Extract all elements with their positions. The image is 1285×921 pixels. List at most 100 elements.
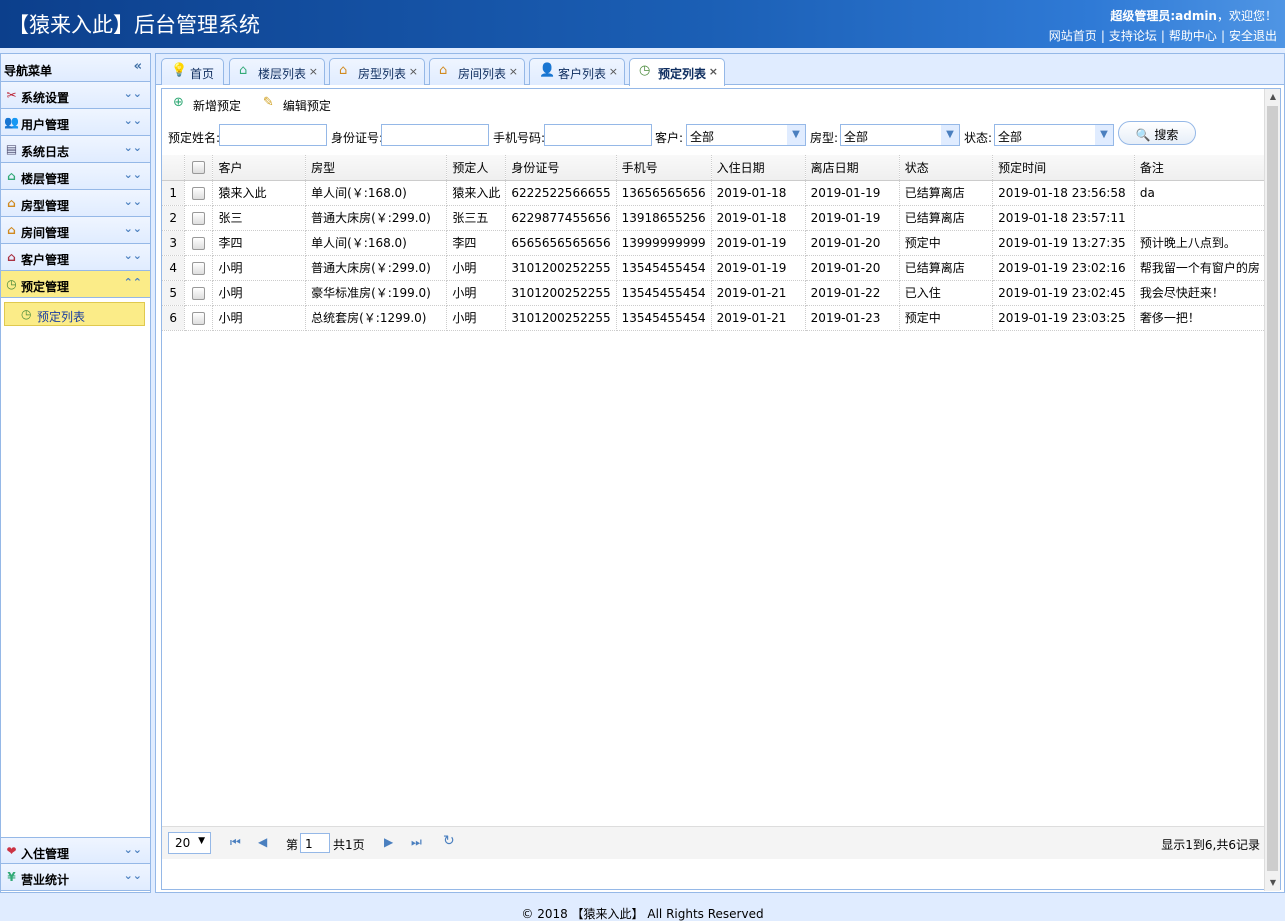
column-header-status[interactable]: 状态 — [899, 155, 994, 181]
sidebar-item-user-management[interactable]: 👥 用户管理 ⌄⌄ — [1, 109, 150, 136]
row-number: 1 — [162, 180, 186, 206]
close-icon[interactable]: × — [509, 65, 518, 78]
scroll-thumb[interactable] — [1267, 106, 1278, 871]
link-logout[interactable]: 安全退出 — [1229, 29, 1277, 43]
phone-filter-input[interactable] — [544, 124, 652, 146]
edit-reservation-button[interactable]: ✎ 编辑预定 — [263, 95, 331, 114]
collapse-sidebar-icon[interactable]: « — [134, 59, 142, 74]
chevron-down-icon[interactable]: ▼ — [941, 125, 959, 145]
cell-reserver: 小明 — [446, 255, 507, 281]
chevron-down-icon[interactable]: ▼ — [1095, 125, 1113, 145]
column-header-roomtype[interactable]: 房型 — [305, 155, 448, 181]
sidebar-item-checkin-management[interactable]: ❤ 入住管理 ⌄⌄ — [1, 837, 150, 864]
sidebar-subitem-reservation-list[interactable]: ◷ 预定列表 — [4, 302, 145, 326]
column-header-idcard[interactable]: 身份证号 — [505, 155, 617, 181]
column-header-checkout-date[interactable]: 离店日期 — [805, 155, 900, 181]
cell-checkout-date: 2019-01-20 — [805, 230, 900, 256]
column-header-customer[interactable]: 客户 — [212, 155, 307, 181]
close-icon[interactable]: × — [409, 65, 418, 78]
next-page-icon[interactable]: ▶ — [384, 835, 393, 849]
checkbox-icon — [192, 261, 206, 275]
sidebar-item-business-stats[interactable]: ¥ 营业统计 ⌄⌄ — [1, 864, 150, 891]
table-row[interactable]: 2 张三 普通大床房(￥:299.0) 张三五 6229877455656 1391865… — [162, 205, 1267, 231]
cell-reserver: 小明 — [446, 280, 507, 306]
sidebar-item-floor-management[interactable]: ⌂ 楼层管理 ⌄⌄ — [1, 163, 150, 190]
column-header-reserve-time[interactable]: 预定时间 — [992, 155, 1135, 181]
column-header-phone[interactable]: 手机号 — [616, 155, 712, 181]
customer-filter-select[interactable]: 全部 ▼ — [686, 124, 806, 146]
cell-status: 已入住 — [899, 280, 994, 306]
status-filter-value: 全部 — [998, 130, 1023, 144]
close-icon[interactable]: × — [709, 65, 718, 78]
cell-reserve-time: 2019-01-18 23:56:58 — [992, 180, 1135, 206]
chevron-down-icon: ▼ — [198, 836, 205, 846]
search-label: 搜索 — [1154, 128, 1179, 142]
tab-home[interactable]: 💡 首页 — [161, 58, 224, 85]
table-row[interactable]: 5 小明 豪华标准房(￥:199.0) 小明 3101200252255 13545455… — [162, 280, 1267, 306]
column-header-reserver[interactable]: 预定人 — [446, 155, 507, 181]
customer-icon: ⌂ — [7, 250, 16, 264]
cell-idcard: 3101200252255 — [505, 305, 617, 331]
tab-room-list[interactable]: ⌂ 房间列表 × — [429, 58, 525, 85]
scroll-down-icon[interactable]: ▼ — [1265, 875, 1281, 891]
prev-page-icon[interactable]: ◀ — [258, 835, 267, 849]
tab-roomtype-list[interactable]: ⌂ 房型列表 × — [329, 58, 425, 85]
reservation-grid: 客户 房型 预定人 身份证号 手机号 入住日期 离店日期 状态 预定时间 备注 … — [162, 155, 1267, 859]
row-checkbox[interactable] — [184, 305, 214, 331]
sidebar-item-system-settings[interactable]: ✂ 系统设置 ⌄⌄ — [1, 82, 150, 109]
vertical-scrollbar[interactable]: ▲ ▼ — [1264, 89, 1280, 891]
close-icon[interactable]: × — [309, 65, 318, 78]
column-header-remark[interactable]: 备注 — [1134, 155, 1267, 181]
customer-filter-value: 全部 — [690, 130, 715, 144]
tab-floor-list[interactable]: ⌂ 楼层列表 × — [229, 58, 325, 85]
status-filter-select[interactable]: 全部 ▼ — [994, 124, 1114, 146]
row-checkbox[interactable] — [184, 180, 214, 206]
roomtype-filter-select[interactable]: 全部 ▼ — [840, 124, 960, 146]
refresh-icon[interactable]: ↻ — [443, 833, 455, 849]
row-checkbox[interactable] — [184, 205, 214, 231]
row-checkbox[interactable] — [184, 230, 214, 256]
idcard-filter-input[interactable] — [381, 124, 489, 146]
name-filter-input[interactable] — [219, 124, 327, 146]
first-page-icon[interactable]: ⏮ — [230, 835, 241, 850]
separator: | — [1160, 29, 1165, 43]
add-reservation-button[interactable]: ⊕ 新增预定 — [173, 95, 242, 114]
row-checkbox[interactable] — [184, 280, 214, 306]
sidebar-item-roomtype-management[interactable]: ⌂ 房型管理 ⌄⌄ — [1, 190, 150, 217]
page-number-input[interactable]: 1 — [300, 833, 330, 853]
house-icon: ⌂ — [7, 223, 16, 237]
tab-customer-list[interactable]: 👤 客户列表 × — [529, 58, 625, 85]
reservation-table: 客户 房型 预定人 身份证号 手机号 入住日期 离店日期 状态 预定时间 备注 … — [162, 155, 1267, 331]
page-size-select[interactable]: 20 ▼ — [168, 832, 211, 854]
cell-roomtype: 单人间(￥:168.0) — [305, 230, 448, 256]
scroll-up-icon[interactable]: ▲ — [1265, 89, 1281, 105]
close-icon[interactable]: × — [609, 65, 618, 78]
tab-reservation-list[interactable]: ◷ 预定列表 × — [629, 58, 725, 86]
table-row[interactable]: 4 小明 普通大床房(￥:299.0) 小明 3101200252255 13545455… — [162, 255, 1267, 281]
idcard-filter-label: 身份证号: — [331, 131, 384, 145]
edit-reservation-label: 编辑预定 — [282, 99, 331, 113]
link-home[interactable]: 网站首页 — [1049, 29, 1097, 43]
chevron-down-icon[interactable]: ▼ — [787, 125, 805, 145]
sidebar-item-system-log[interactable]: ▤ 系统日志 ⌄⌄ — [1, 136, 150, 163]
cell-customer: 小明 — [212, 305, 307, 331]
search-button[interactable]: 🔍 搜索 — [1118, 121, 1196, 145]
table-row[interactable]: 6 小明 总统套房(￥:1299.0) 小明 3101200252255 13545455… — [162, 305, 1267, 331]
last-page-icon[interactable]: ⏭ — [411, 835, 422, 850]
cell-idcard: 6222522566655 — [505, 180, 617, 206]
main-area: 💡 首页 ⌂ 楼层列表 × ⌂ 房型列表 × ⌂ 房间列表 × 👤 客户列表 × ◷ 预定列表 × ⊕… — [155, 53, 1285, 893]
sidebar-item-customer-management[interactable]: ⌂ 客户管理 ⌄⌄ — [1, 244, 150, 271]
add-reservation-label: 新增预定 — [193, 99, 242, 113]
column-header-checkin-date[interactable]: 入住日期 — [711, 155, 806, 181]
chevron-down-icon: ⌄⌄ — [123, 141, 142, 154]
cell-status: 预定中 — [899, 230, 994, 256]
row-checkbox[interactable] — [184, 255, 214, 281]
link-forum[interactable]: 支持论坛 — [1109, 29, 1157, 43]
sidebar-item-reservation-management[interactable]: ◷ 预定管理 ⌃⌃ — [1, 271, 150, 298]
table-row[interactable]: 1 猿来入此 单人间(￥:168.0) 猿来入此 6222522566655 136565… — [162, 180, 1267, 206]
link-help[interactable]: 帮助中心 — [1169, 29, 1217, 43]
cell-phone: 13656565656 — [616, 180, 712, 206]
select-all-checkbox[interactable] — [184, 155, 214, 181]
sidebar-item-room-management[interactable]: ⌂ 房间管理 ⌄⌄ — [1, 217, 150, 244]
table-row[interactable]: 3 李四 单人间(￥:168.0) 李四 6565656565656 1399999999… — [162, 230, 1267, 256]
